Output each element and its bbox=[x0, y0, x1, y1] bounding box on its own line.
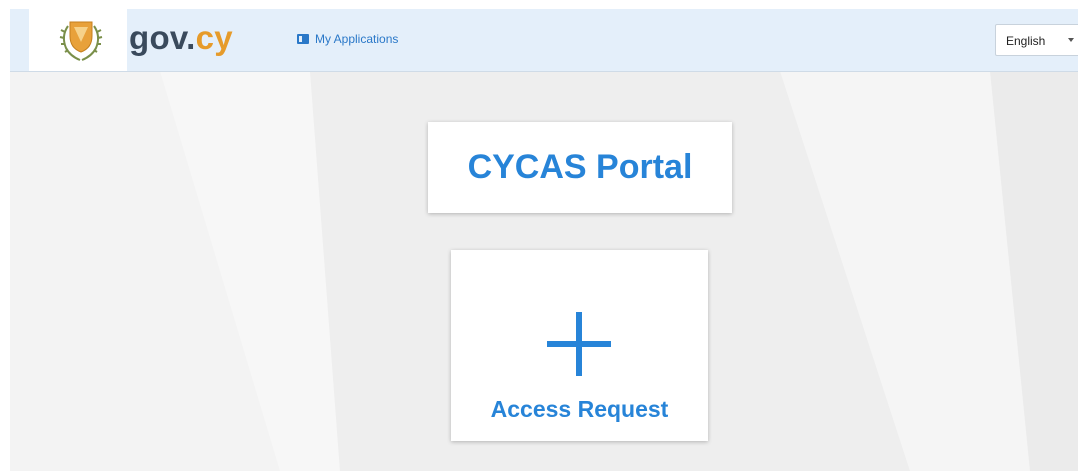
access-request-label: Access Request bbox=[490, 396, 669, 422]
brand-text-gov: gov. bbox=[129, 19, 196, 56]
page-frame: gov.cy My Applications English CYCAS Por… bbox=[10, 9, 1078, 471]
logo[interactable] bbox=[29, 9, 127, 71]
page-title: CYCAS Portal bbox=[467, 148, 693, 186]
access-request-button[interactable]: Access Request bbox=[451, 250, 708, 441]
caret-down-icon bbox=[1068, 38, 1074, 42]
portal-title-card: CYCAS Portal bbox=[428, 122, 732, 213]
my-applications-link[interactable]: My Applications bbox=[297, 32, 398, 46]
my-applications-label: My Applications bbox=[315, 32, 399, 46]
cyprus-coat-of-arms-icon bbox=[59, 21, 103, 61]
brand-logo-text[interactable]: gov.cy bbox=[129, 18, 233, 58]
window-icon bbox=[297, 34, 309, 44]
language-selected-value: English bbox=[1006, 34, 1046, 48]
brand-text-cy: cy bbox=[195, 19, 233, 56]
plus-icon bbox=[547, 312, 611, 376]
language-select[interactable]: English bbox=[995, 24, 1078, 56]
top-header: gov.cy My Applications English bbox=[10, 9, 1078, 72]
